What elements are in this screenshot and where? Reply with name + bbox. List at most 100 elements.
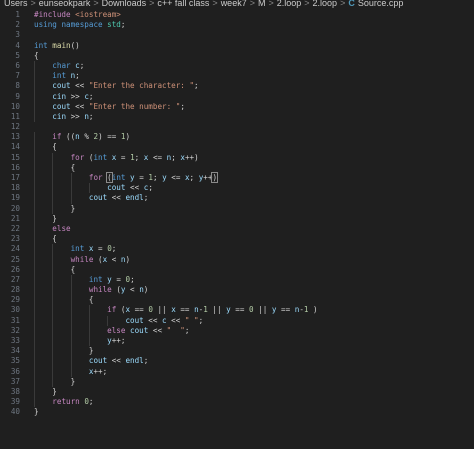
line-number: 38 — [10, 386, 20, 396]
code-token: x — [102, 254, 112, 264]
code-token: >> — [70, 111, 85, 121]
line-number: 21 — [10, 213, 20, 223]
code-line[interactable]: 14 { — [0, 142, 474, 153]
code-token: <iostream> — [75, 10, 121, 19]
code-token: int — [88, 274, 108, 284]
breadcrumb-item[interactable]: Source.cpp — [358, 0, 404, 8]
breadcrumb-item[interactable]: 2.loop — [313, 0, 338, 8]
code-line[interactable]: 33 y++; — [0, 336, 474, 347]
code-token: int — [34, 40, 53, 50]
line-number: 8 — [15, 81, 20, 91]
code-text: while (y < n) — [34, 285, 148, 294]
code-text: } — [34, 407, 39, 416]
code-token: ) — [143, 285, 149, 295]
code-token: <= — [171, 173, 185, 182]
code-line[interactable]: 23 { — [0, 234, 474, 245]
code-text: while (x < n) — [34, 255, 130, 264]
breadcrumb-item[interactable]: week7 — [221, 0, 247, 8]
code-line[interactable]: 16 { — [0, 162, 474, 173]
code-line[interactable]: 38 } — [0, 386, 474, 398]
code-text: return 0; — [34, 397, 93, 406]
indent-guide — [52, 254, 54, 265]
breadcrumb-item[interactable]: Users — [4, 0, 28, 8]
code-token: << — [148, 315, 163, 325]
code-token: <= — [152, 152, 167, 162]
code-token: == — [134, 305, 149, 315]
code-line[interactable]: 9 cin >> c; — [0, 91, 474, 102]
indent-guide — [34, 346, 35, 357]
code-line[interactable]: 26 { — [0, 264, 474, 275]
code-text: cin >> c; — [34, 92, 93, 101]
code-token: y — [130, 173, 140, 182]
code-line[interactable]: 39 return 0; — [0, 397, 474, 408]
code-editor[interactable]: 1 #include <iostream> 2 using namespace std… — [0, 10, 474, 449]
code-text: if (x == 0 || x == n-1 || y == 0 || y ==… — [34, 305, 317, 315]
code-token: for — [70, 152, 89, 162]
code-line[interactable]: 2 using namespace std; — [0, 20, 474, 30]
code-line[interactable]: 35 cout << endl; — [0, 356, 474, 367]
code-line[interactable]: 32 else cout << " "; — [0, 325, 474, 336]
code-line[interactable]: 5{ — [0, 51, 474, 61]
indent-guide — [52, 193, 54, 204]
line-number: 34 — [10, 346, 20, 356]
code-line[interactable]: 29 { — [0, 295, 474, 306]
code-text: int n; — [34, 71, 79, 80]
indent-guide — [34, 101, 35, 112]
code-line[interactable]: 25 while (x < n) — [0, 254, 474, 265]
indent-guide — [88, 325, 90, 336]
breadcrumb-item[interactable]: c++ fall class — [157, 0, 209, 8]
code-token: "Enter the number: " — [88, 101, 181, 111]
code-line[interactable]: 34 } — [0, 346, 474, 357]
code-token: << — [171, 315, 185, 325]
code-line[interactable]: 20 } — [0, 203, 474, 214]
code-token: n — [75, 132, 85, 142]
breadcrumb-item[interactable]: eunseokpark — [39, 0, 91, 8]
code-line[interactable]: 13 if ((n % 2) == 1) — [0, 132, 474, 143]
code-token: cin — [52, 111, 71, 121]
indent-guide — [34, 162, 35, 173]
indent-guide — [70, 183, 72, 194]
code-token: () — [70, 40, 80, 50]
code-line[interactable]: 7 int n; — [0, 71, 474, 82]
code-line[interactable]: 10 cout << "Enter the number: "; — [0, 101, 474, 112]
line-number: 17 — [10, 173, 20, 182]
code-line[interactable]: 24 int x = 0; — [0, 244, 474, 255]
code-line[interactable]: 40} — [0, 407, 474, 417]
breadcrumb-separator-icon: > — [268, 0, 274, 8]
code-line[interactable]: 22 else — [0, 223, 474, 235]
code-line[interactable]: 15 for (int x = 1; x <= n; x++) — [0, 152, 474, 163]
breadcrumb-item[interactable]: 2.loop — [277, 0, 302, 8]
breadcrumb-item[interactable]: Downloads — [102, 0, 147, 8]
code-line[interactable]: 18 cout << c; — [0, 183, 474, 194]
code-line[interactable]: 36 x++; — [0, 366, 474, 377]
indent-guide — [34, 71, 35, 82]
code-line[interactable]: 3 — [0, 30, 474, 40]
code-token: x — [125, 305, 135, 315]
code-line[interactable]: 6 char c; — [0, 60, 474, 72]
code-line[interactable]: 21 } — [0, 213, 474, 224]
indent-guide — [88, 183, 90, 194]
breadcrumb-separator-icon: > — [149, 0, 155, 8]
code-line[interactable]: 31 cout << c << " "; — [0, 315, 474, 326]
code-token: y — [271, 305, 282, 315]
indent-guide — [52, 356, 54, 367]
code-line[interactable]: 4 int main() — [0, 41, 474, 51]
code-line[interactable]: 37 } — [0, 376, 474, 387]
code-line[interactable]: 8 cout << "Enter the character: "; — [0, 81, 474, 92]
indent-guide — [34, 223, 35, 235]
code-line[interactable]: 11 cin >> n; — [0, 111, 474, 123]
code-line[interactable]: 12 — [0, 122, 474, 132]
code-token: << — [152, 325, 167, 335]
code-line[interactable]: 28 while (y < n) — [0, 285, 474, 296]
code-line[interactable]: 17 for (int y = 1; y <= x; y++) — [0, 172, 474, 184]
code-token: ; — [88, 397, 94, 407]
code-token: if — [107, 305, 121, 315]
code-line[interactable]: 30 if (x == 0 || x == n-1 || y == 0 || y… — [0, 305, 474, 316]
code-token: { — [88, 295, 94, 305]
code-line[interactable]: 1 #include <iostream> — [0, 10, 474, 20]
code-token: ; — [180, 101, 185, 111]
code-line[interactable]: 19 cout << endl; — [0, 193, 474, 204]
code-line[interactable]: 27 int y = 0; — [0, 274, 474, 286]
code-token: x — [143, 152, 153, 162]
line-number: 25 — [10, 254, 20, 264]
